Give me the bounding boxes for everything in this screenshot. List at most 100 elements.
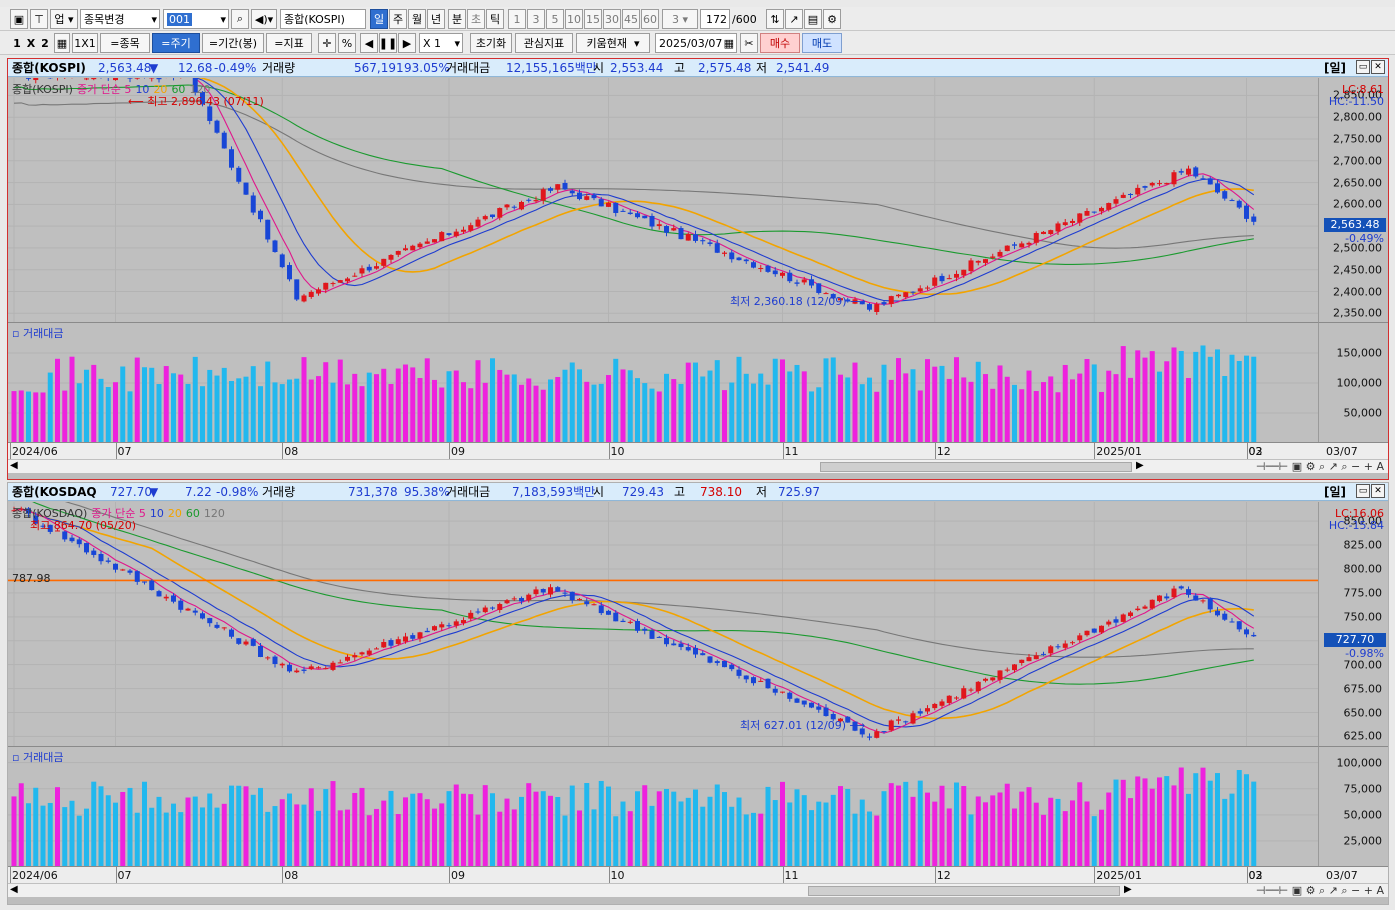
pin-icon[interactable]: ⊤ (30, 9, 48, 29)
interval-15[interactable]: 15 (584, 9, 602, 29)
scroll-right-icon[interactable]: ▶ (1124, 884, 1132, 895)
symbol-button[interactable]: =종목 (100, 33, 150, 53)
layout-2[interactable]: 2 (38, 33, 52, 53)
hline-label: 787.98 (12, 572, 51, 585)
interval-10[interactable]: 10 (565, 9, 583, 29)
watch-indicator-button[interactable]: 관심지표 (515, 33, 573, 53)
period-button[interactable]: =주기 (152, 33, 200, 53)
price-plot[interactable] (8, 502, 1318, 746)
grid-icon[interactable]: ▦ (54, 33, 70, 53)
volume-bar (192, 356, 198, 443)
price-tick-label: 2,350.00 (1333, 306, 1382, 320)
candle (439, 231, 445, 242)
interval-value-select[interactable]: 3 ▾ (662, 9, 698, 29)
scroll-thumb[interactable] (808, 886, 1120, 896)
buy-button[interactable]: 매수 (760, 33, 800, 53)
ma5-line (13, 508, 1255, 734)
interval-1[interactable]: 1 (508, 9, 526, 29)
scroll-right-icon[interactable]: ▶ (1136, 460, 1144, 471)
layout-1[interactable]: 1 (10, 33, 24, 53)
chart-line-icon[interactable]: ↗ (785, 9, 803, 29)
symbol-change-select[interactable]: 종목변경 ▾ (80, 9, 160, 29)
search-icon[interactable]: ⌕ (231, 9, 249, 29)
candle (975, 260, 981, 266)
candle (91, 78, 97, 81)
range-button[interactable]: =기간(봉) (202, 33, 264, 53)
interval-3[interactable]: 3 (527, 9, 545, 29)
scrollbar[interactable]: ◀ ▶ ⊣──⊢ ▣ ⚙ ⌕ ↗ ⌕ − + A (8, 459, 1388, 473)
maximize-icon[interactable]: ▭ (1356, 484, 1370, 498)
candle (308, 664, 314, 671)
maximize-icon[interactable]: ▭ (1356, 60, 1370, 74)
interval-5[interactable]: 5 (546, 9, 564, 29)
code-input[interactable]: 001 ▾ (163, 9, 229, 29)
ma120-line (64, 502, 1254, 658)
period-tick[interactable]: 틱 (486, 9, 504, 29)
scroll-left-icon[interactable]: ◀ (10, 884, 18, 895)
percent-button[interactable]: % (338, 33, 356, 53)
compare-icon[interactable]: ⇅ (766, 9, 784, 29)
volume-bar (26, 391, 31, 443)
save-icon[interactable]: ▤ (804, 9, 822, 29)
volume-chart-svg[interactable] (8, 323, 1318, 443)
period-day[interactable]: 일 (370, 9, 388, 29)
scroll-thumb[interactable] (820, 462, 1132, 472)
volume-bar (1229, 354, 1235, 443)
grid-1x1[interactable]: 1X1 (72, 33, 98, 53)
candle (787, 691, 793, 702)
volume-chart-svg[interactable] (8, 747, 1318, 867)
price-chart-svg[interactable] (8, 502, 1318, 746)
interval-30[interactable]: 30 (603, 9, 621, 29)
prev-icon[interactable]: ◀ (360, 33, 378, 53)
close-icon[interactable]: ✕ (1371, 484, 1385, 498)
volume-bar (26, 803, 31, 867)
multiplier-select[interactable]: X 1 ▾ (419, 33, 463, 53)
interval-60[interactable]: 60 (641, 9, 659, 29)
candle (229, 146, 234, 171)
volume-plot[interactable] (8, 322, 1318, 443)
low-value: 725.97 (778, 485, 820, 499)
indicator-button[interactable]: =지표 (266, 33, 312, 53)
zoom-tools[interactable]: ⊣──⊢ ▣ ⚙ ⌕ ↗ ⌕ − + A (1256, 460, 1384, 474)
volume-bar (1178, 767, 1184, 867)
market-select[interactable]: 업 ▾ (50, 9, 78, 29)
close-icon[interactable]: ✕ (1371, 60, 1385, 74)
period-week[interactable]: 주 (389, 9, 407, 29)
price-chart-svg[interactable] (8, 78, 1318, 322)
window-icon[interactable]: ▣ (10, 9, 28, 29)
price-plot[interactable] (8, 78, 1318, 322)
count-input[interactable]: 172 (700, 9, 730, 29)
interval-45[interactable]: 45 (622, 9, 640, 29)
volume-plot[interactable] (8, 746, 1318, 867)
chart-pane-kospi[interactable]: 종합(KOSPI) 2,563.48 ▼ 12.68 -0.49% 거래량 56… (7, 58, 1389, 480)
period-year[interactable]: 년 (427, 9, 445, 29)
volume-bar (591, 384, 597, 443)
ma5-line (193, 78, 1255, 305)
scrollbar[interactable]: ◀ ▶ ⊣──⊢ ▣ ⚙ ⌕ ↗ ⌕ − + A (8, 883, 1388, 897)
next-icon[interactable]: ▶ (398, 33, 416, 53)
period-minute[interactable]: 분 (448, 9, 466, 29)
volume-bar (69, 800, 75, 867)
scroll-left-icon[interactable]: ◀ (10, 460, 18, 471)
pause-icon[interactable]: ❚❚ (379, 33, 397, 53)
volume-bar (881, 364, 887, 443)
period-month[interactable]: 월 (408, 9, 426, 29)
sell-button[interactable]: 매도 (802, 33, 842, 53)
volume-bar (316, 376, 321, 443)
volume-bar (1164, 361, 1170, 443)
chart-pane-kosdaq[interactable]: 종합(KOSDAQ 727.70 ▼ 7.22 -0.98% 거래량 731,3… (7, 482, 1389, 905)
crosshair-icon[interactable]: ✛ (318, 33, 336, 53)
layout-x[interactable]: X (24, 33, 38, 53)
volume-axis: 100,000 75,000 50,000 25,000 (1318, 746, 1388, 866)
open-value: 2,553.44 (610, 61, 664, 75)
reset-button[interactable]: 초기화 (470, 33, 512, 53)
period-second[interactable]: 초 (467, 9, 485, 29)
speaker-icon[interactable]: ◀)▾ (251, 9, 277, 29)
day-tag: [일] (1324, 61, 1347, 75)
volume-bar (758, 373, 764, 443)
scissors-icon[interactable]: ✂ (740, 33, 758, 53)
date-input[interactable]: 2025/03/07 ▦ (655, 33, 737, 53)
zoom-tools[interactable]: ⊣──⊢ ▣ ⚙ ⌕ ↗ ⌕ − + A (1256, 884, 1384, 898)
kiwoom-current-select[interactable]: 키움현재 ▾ (576, 33, 650, 53)
settings-icon[interactable]: ⚙ (823, 9, 841, 29)
